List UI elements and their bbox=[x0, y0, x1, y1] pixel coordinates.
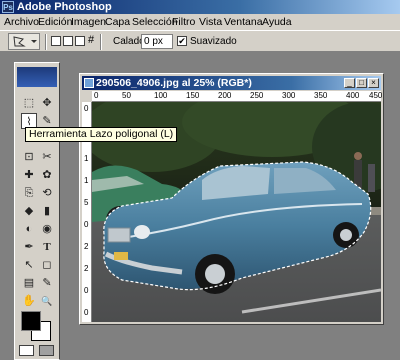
eraser-tool[interactable]: ◆ bbox=[21, 203, 37, 219]
quick-mask-icon[interactable] bbox=[39, 345, 54, 356]
ruler-label: 1 bbox=[84, 154, 89, 163]
type-tool[interactable]: T bbox=[39, 239, 55, 255]
menu-filtro[interactable]: Filtro bbox=[172, 14, 195, 30]
ruler-label: 5 bbox=[84, 198, 89, 207]
shape-tool[interactable]: ◻ bbox=[39, 257, 55, 273]
dodge-tool[interactable]: ◉ bbox=[39, 221, 55, 237]
close-button[interactable]: × bbox=[368, 78, 379, 88]
ruler-label: 0 bbox=[84, 308, 89, 317]
ruler-label: 50 bbox=[122, 91, 131, 100]
zoom-tool[interactable]: 🔍 bbox=[39, 293, 55, 309]
ruler-label: 2 bbox=[84, 242, 89, 251]
menu-archivo[interactable]: Archivo bbox=[4, 14, 39, 30]
healing-brush-tool[interactable]: ✚ bbox=[21, 167, 37, 183]
separator bbox=[100, 34, 102, 50]
clone-stamp-tool[interactable]: ⎘ bbox=[21, 185, 37, 201]
menu-bar: Archivo Edición Imagen Capa Selección Fi… bbox=[0, 14, 400, 30]
document-title-bar: 290506_4906.jpg al 25% (RGB*) _ □ × bbox=[82, 76, 381, 90]
brush-tool[interactable]: ✿ bbox=[39, 167, 55, 183]
antialias-checkbox[interactable]: ✔ bbox=[177, 36, 187, 46]
standard-mode-icon[interactable] bbox=[19, 345, 34, 356]
menu-capa[interactable]: Capa bbox=[105, 14, 130, 30]
ruler-label: 0 bbox=[94, 91, 99, 100]
menu-seleccion[interactable]: Selección bbox=[132, 14, 178, 30]
add-selection-mode[interactable] bbox=[63, 36, 73, 46]
document-icon bbox=[84, 78, 94, 88]
menu-vista[interactable]: Vista bbox=[199, 14, 222, 30]
document-window: 290506_4906.jpg al 25% (RGB*) _ □ × 0 50… bbox=[79, 73, 384, 325]
eyedropper-tool[interactable]: ✎ bbox=[39, 275, 55, 291]
ruler-label: 450 bbox=[369, 91, 383, 100]
path-selection-tool[interactable]: ↖ bbox=[21, 257, 37, 273]
ruler-label: 150 bbox=[186, 91, 200, 100]
ruler-label: 100 bbox=[154, 91, 168, 100]
intersect-selection-mode[interactable]: # bbox=[88, 34, 94, 46]
toolbox-logo bbox=[17, 67, 57, 87]
gradient-tool[interactable]: ▮ bbox=[39, 203, 55, 219]
slice-tool[interactable]: ✂ bbox=[39, 149, 55, 165]
ruler-label: 350 bbox=[314, 91, 328, 100]
horizontal-ruler: 0 50 100 150 200 250 300 350 400 450 bbox=[92, 91, 383, 102]
antialias-label: Suavizado bbox=[190, 36, 237, 47]
photoshop-app-icon: Ps bbox=[2, 1, 14, 13]
ruler-label: 200 bbox=[218, 91, 232, 100]
options-bar: # Calado: 0 px ✔ Suavizado bbox=[0, 30, 400, 52]
rectangular-marquee-tool[interactable]: ⬚ bbox=[21, 95, 37, 111]
ruler-label: 0 bbox=[84, 104, 89, 113]
maximize-button[interactable]: □ bbox=[356, 78, 367, 88]
feather-input[interactable]: 0 px bbox=[141, 34, 173, 49]
menu-edicion[interactable]: Edición bbox=[38, 14, 72, 30]
menu-ventana[interactable]: Ventana bbox=[224, 14, 263, 30]
tool-tooltip: Herramienta Lazo poligonal (L) bbox=[25, 127, 178, 142]
crop-tool[interactable]: ⊡ bbox=[21, 149, 37, 165]
app-title: Adobe Photoshop bbox=[17, 1, 112, 13]
blur-tool[interactable]: ◐ bbox=[21, 221, 37, 237]
ruler-label: 0 bbox=[84, 286, 89, 295]
history-brush-tool[interactable]: ⟲ bbox=[39, 185, 55, 201]
ruler-label: 1 bbox=[84, 176, 89, 185]
hand-tool[interactable]: ✋ bbox=[21, 293, 37, 309]
menu-ayuda[interactable]: Ayuda bbox=[262, 14, 292, 30]
notes-tool[interactable]: ▤ bbox=[21, 275, 37, 291]
document-title: 290506_4906.jpg al 25% (RGB*) bbox=[96, 77, 252, 89]
minimize-button[interactable]: _ bbox=[344, 78, 355, 88]
foreground-color-swatch[interactable] bbox=[21, 311, 41, 331]
menu-imagen[interactable]: Imagen bbox=[71, 14, 106, 30]
polygonal-lasso-icon bbox=[13, 36, 37, 47]
app-title-bar: Ps Adobe Photoshop bbox=[0, 0, 400, 14]
subtract-selection-mode[interactable] bbox=[75, 36, 85, 46]
ruler-label: 2 bbox=[84, 264, 89, 273]
tool-preset-picker[interactable] bbox=[8, 33, 40, 50]
toolbox-panel: ⬚ ✥ ⌇ ✎ ⊡ ✂ ✚ ✿ ⎘ ⟲ ◆ ▮ ◐ ◉ ✒ T ↖ ◻ ▤ ✎ … bbox=[14, 62, 60, 360]
ruler-label: 300 bbox=[282, 91, 296, 100]
ruler-label: 400 bbox=[346, 91, 360, 100]
new-selection-mode[interactable] bbox=[51, 36, 61, 46]
separator bbox=[45, 34, 47, 50]
ruler-label: 250 bbox=[250, 91, 264, 100]
pen-tool[interactable]: ✒ bbox=[21, 239, 37, 255]
ruler-label: 0 bbox=[84, 220, 89, 229]
move-tool[interactable]: ✥ bbox=[39, 95, 55, 111]
